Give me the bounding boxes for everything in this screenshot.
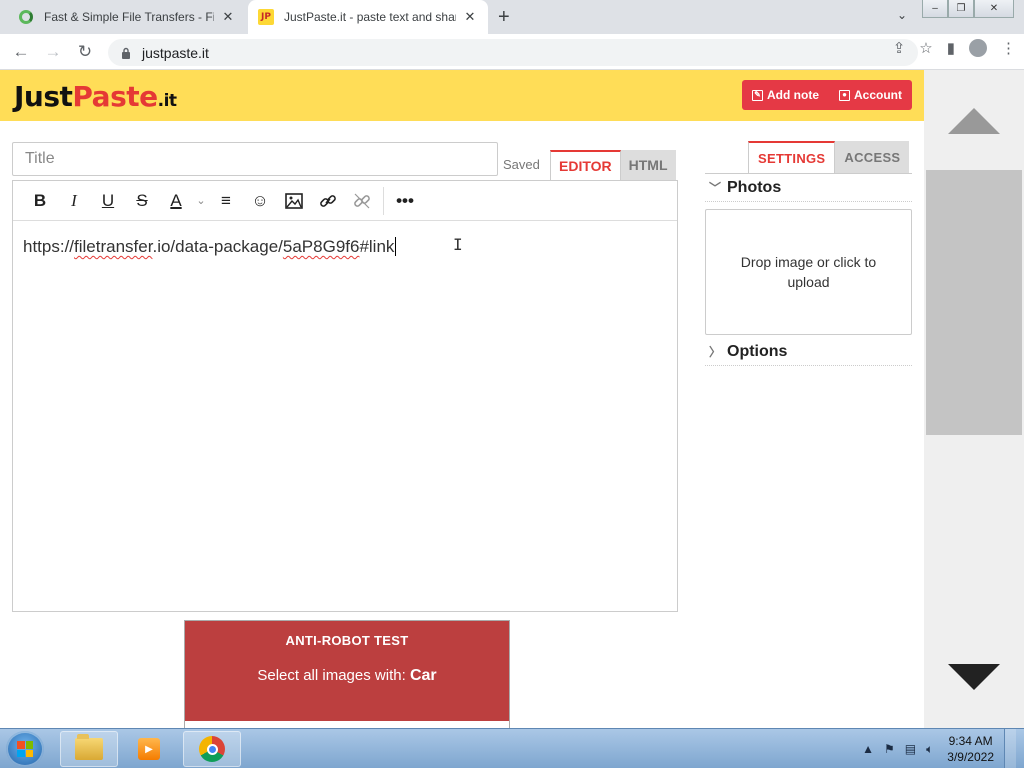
new-tab-button[interactable]: +	[498, 6, 510, 29]
share-icon[interactable]: ⇪	[893, 39, 906, 57]
photo-dropzone[interactable]: Drop image or click to upload	[705, 209, 912, 335]
editor-mode-tabs: EDITOR HTML	[550, 150, 676, 180]
forward-arrow-icon[interactable]: →	[42, 41, 64, 63]
toolbar-divider	[383, 186, 384, 215]
show-hidden-icons-icon[interactable]: ▲	[862, 742, 874, 756]
media-player-taskbar-button[interactable]: ▶	[120, 731, 178, 767]
link-icon[interactable]	[311, 186, 345, 216]
text-color-icon[interactable]: A	[159, 186, 193, 216]
tab-html[interactable]: HTML	[620, 150, 676, 180]
captcha-target: Car	[409, 667, 437, 684]
clock[interactable]: 9:34 AM 3/9/2022	[947, 733, 994, 765]
text-color-dropdown-icon[interactable]: ⌄	[193, 186, 209, 216]
tab-access[interactable]: ACCESS	[835, 141, 910, 173]
tab-editor[interactable]: EDITOR	[550, 150, 621, 180]
underline-icon[interactable]: U	[91, 186, 125, 216]
options-section-header[interactable]: 〉 Options	[705, 338, 912, 366]
lock-icon	[122, 47, 130, 59]
title-input[interactable]	[12, 142, 498, 176]
close-window-button[interactable]: ✕	[974, 0, 1014, 18]
url-text: justpaste.it	[142, 44, 209, 61]
tab-title: Fast & Simple File Transfers - File	[44, 10, 214, 24]
clock-date: 3/9/2022	[947, 750, 994, 764]
restore-button[interactable]: ❐	[948, 0, 974, 18]
chevron-right-icon: 〉	[708, 345, 721, 359]
back-arrow-icon[interactable]: ←	[10, 41, 32, 63]
chrome-taskbar-button[interactable]	[183, 731, 241, 767]
tab-settings[interactable]: SETTINGS	[748, 141, 836, 173]
chrome-icon	[199, 736, 225, 762]
start-button[interactable]	[6, 731, 44, 767]
anti-robot-captcha: ANTI-ROBOT TEST Select all images with: …	[184, 620, 510, 728]
close-tab-icon[interactable]: ✕	[220, 9, 236, 25]
scroll-down-arrow-icon[interactable]	[948, 664, 1000, 690]
scroll-up-arrow-icon[interactable]	[948, 108, 1000, 134]
captcha-prompt: Select all images with: Car	[257, 667, 437, 684]
system-tray: ▲ ⚑ ▤ 🔈︎ 9:34 AM 3/9/2022	[862, 729, 1024, 768]
close-tab-icon[interactable]: ✕	[462, 9, 478, 25]
bookmark-star-icon[interactable]: ☆	[919, 39, 932, 57]
chevron-down-icon: ﹀	[708, 181, 721, 195]
justpaste-logo[interactable]: JustPaste.it	[14, 80, 177, 113]
settings-tabs: SETTINGS ACCESS	[748, 141, 910, 173]
tab-search-chevron-icon[interactable]: ⌄	[897, 8, 907, 22]
file-explorer-taskbar-button[interactable]	[60, 731, 118, 767]
filetransfer-favicon	[18, 9, 34, 25]
emoji-icon[interactable]: ☺	[243, 186, 277, 216]
show-desktop-button[interactable]	[1004, 729, 1016, 768]
unlink-icon[interactable]	[345, 186, 379, 216]
minimize-button[interactable]: ‒	[922, 0, 948, 18]
windows-taskbar: ▶ ▲ ⚑ ▤ 🔈︎ 9:34 AM 3/9/2022	[0, 728, 1024, 768]
profile-avatar-icon[interactable]	[969, 39, 987, 57]
tab-justpaste[interactable]: JP JustPaste.it - paste text and share ✕	[248, 0, 488, 34]
window-controls: ‒ ❐ ✕	[922, 0, 1014, 18]
photos-section-header[interactable]: ﹀ Photos	[705, 174, 912, 202]
user-icon: ●	[839, 89, 850, 101]
header-actions: ✎ Add note ● Account	[742, 80, 912, 110]
tab-title: JustPaste.it - paste text and share	[284, 10, 456, 24]
windows-logo-icon	[17, 741, 33, 757]
add-note-button[interactable]: ✎ Add note	[742, 80, 829, 110]
browser-tab-strip: Fast & Simple File Transfers - File ✕ JP…	[0, 0, 1024, 34]
editor-content[interactable]: https://filetransfer.io/data-package/5aP…	[13, 221, 677, 273]
reload-icon[interactable]: ↻	[74, 41, 96, 63]
justpaste-favicon: JP	[258, 9, 274, 25]
address-bar[interactable]: justpaste.it	[108, 39, 918, 66]
saved-status: Saved	[503, 157, 540, 172]
toolbar-actions: ⇪ ☆ ▮ ⋮	[893, 39, 1016, 57]
side-panel-icon[interactable]: ▮	[947, 39, 955, 57]
browser-toolbar: ← → ↻ justpaste.it ⇪ ☆ ▮ ⋮	[0, 34, 1024, 70]
strikethrough-icon[interactable]: S	[125, 186, 159, 216]
align-icon[interactable]: ≡	[209, 186, 243, 216]
justpaste-page: JustPaste.it ✎ Add note ● Account Saved …	[0, 70, 924, 728]
more-icon[interactable]: •••	[388, 186, 422, 216]
media-player-icon: ▶	[138, 738, 160, 760]
site-header: JustPaste.it ✎ Add note ● Account	[0, 70, 924, 121]
menu-kebab-icon[interactable]: ⋮	[1001, 39, 1016, 57]
image-icon[interactable]	[277, 186, 311, 216]
volume-icon[interactable]: 🔈︎	[926, 742, 933, 757]
rich-text-editor: B I U S A ⌄ ≡ ☺ ••• https://filetransfer…	[12, 180, 678, 612]
captcha-title: ANTI-ROBOT TEST	[285, 633, 409, 648]
action-center-flag-icon[interactable]: ⚑	[884, 742, 895, 756]
italic-icon[interactable]: I	[57, 186, 91, 216]
scrollbar-thumb[interactable]	[926, 170, 1022, 435]
editor-toolbar: B I U S A ⌄ ≡ ☺ •••	[13, 181, 677, 221]
account-button[interactable]: ● Account	[829, 80, 912, 110]
captcha-image-grid[interactable]	[185, 721, 509, 728]
edit-icon: ✎	[752, 89, 763, 101]
folder-icon	[75, 734, 103, 760]
network-icon[interactable]: ▤	[905, 742, 916, 756]
clock-time: 9:34 AM	[948, 734, 993, 748]
bold-icon[interactable]: B	[23, 186, 57, 216]
page-scroll-panel	[924, 70, 1024, 728]
tab-filetransfer[interactable]: Fast & Simple File Transfers - File ✕	[8, 0, 246, 34]
text-cursor-icon: I	[453, 235, 463, 254]
